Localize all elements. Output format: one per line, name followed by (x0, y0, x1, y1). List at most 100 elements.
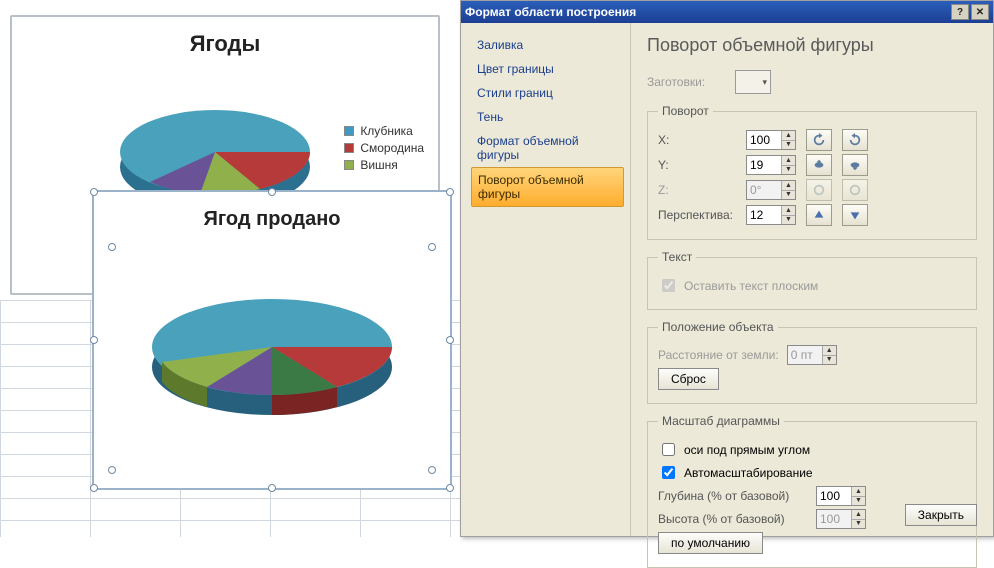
spin-down-icon[interactable]: ▼ (781, 141, 795, 150)
legend-swatch-icon (344, 143, 354, 153)
spin-up-icon: ▲ (781, 181, 795, 191)
z-spin: ▲▼ (746, 180, 796, 200)
spin-down-icon[interactable]: ▼ (781, 216, 795, 225)
rotation-group: Поворот X: ▲▼ Y: ▲▼ (647, 104, 977, 240)
chart1-legend: Клубника Смородина Вишня (344, 121, 424, 175)
text-legend: Текст (658, 250, 696, 264)
selection-handle[interactable] (108, 243, 116, 251)
perspective-spin[interactable]: ▲▼ (746, 205, 796, 225)
selection-handle[interactable] (446, 188, 454, 196)
legend-label: Вишня (360, 158, 397, 172)
rotate-z-cw-button (842, 179, 868, 201)
dialog-main-pane: Поворот объемной фигуры Заготовки: Повор… (631, 23, 993, 536)
height-spin: ▲▼ (816, 509, 866, 529)
legend-item: Клубника (344, 124, 424, 138)
perspective-up-button[interactable] (806, 204, 832, 226)
presets-row: Заготовки: (647, 70, 977, 94)
rotate-y-up-button[interactable] (806, 154, 832, 176)
selection-handle[interactable] (428, 243, 436, 251)
side-item-border-style[interactable]: Стили границ (471, 81, 624, 105)
side-item-border-color[interactable]: Цвет границы (471, 57, 624, 81)
legend-item: Вишня (344, 158, 424, 172)
selection-handle[interactable] (90, 188, 98, 196)
selection-handle[interactable] (90, 484, 98, 492)
rotate-z-ccw-button (806, 179, 832, 201)
help-button[interactable]: ? (951, 4, 969, 20)
height-input (817, 510, 851, 528)
spin-up-icon: ▲ (851, 510, 865, 520)
depth-label: Глубина (% от базовой) (658, 489, 808, 503)
side-item-fill[interactable]: Заливка (471, 33, 624, 57)
rotate-y-down-button[interactable] (842, 154, 868, 176)
z-input (747, 181, 781, 199)
worksheet-area: Ягоды Клубника Смородина Вишня Ягод прод… (0, 0, 460, 537)
position-legend: Положение объекта (658, 320, 778, 334)
spin-down-icon[interactable]: ▼ (851, 497, 865, 506)
side-item-shadow[interactable]: Тень (471, 105, 624, 129)
flat-text-checkbox (662, 279, 675, 292)
presets-dropdown[interactable] (735, 70, 771, 94)
reset-button[interactable]: Сброс (658, 368, 719, 390)
default-button[interactable]: по умолчанию (658, 532, 763, 554)
spin-down-icon: ▼ (822, 356, 836, 365)
right-angle-checkbox[interactable] (662, 443, 675, 456)
spin-up-icon[interactable]: ▲ (851, 487, 865, 497)
depth-spin[interactable]: ▲▼ (816, 486, 866, 506)
selection-handle[interactable] (108, 466, 116, 474)
selection-handle[interactable] (268, 188, 276, 196)
chart-sold[interactable]: Ягод продано (92, 190, 452, 490)
autoscale-checkbox[interactable] (662, 466, 675, 479)
pane-heading: Поворот объемной фигуры (647, 35, 977, 56)
spin-up-icon[interactable]: ▲ (781, 156, 795, 166)
z-label: Z: (658, 183, 738, 197)
y-label: Y: (658, 158, 738, 172)
flat-text-check: Оставить текст плоским (658, 276, 966, 295)
spin-up-icon[interactable]: ▲ (781, 206, 795, 216)
right-angle-check[interactable]: оси под прямым углом (658, 440, 966, 459)
close-button[interactable]: Закрыть (905, 504, 977, 526)
depth-input[interactable] (817, 487, 851, 505)
text-group: Текст Оставить текст плоским (647, 250, 977, 310)
x-spin[interactable]: ▲▼ (746, 130, 796, 150)
legend-label: Смородина (360, 141, 424, 155)
perspective-label: Перспектива: (658, 208, 738, 222)
spin-down-icon[interactable]: ▼ (781, 166, 795, 175)
distance-label: Расстояние от земли: (658, 348, 779, 362)
close-x-button[interactable]: ✕ (971, 4, 989, 20)
autoscale-label: Автомасштабирование (684, 466, 813, 480)
legend-label: Клубника (360, 124, 413, 138)
selection-handle[interactable] (428, 466, 436, 474)
y-spin[interactable]: ▲▼ (746, 155, 796, 175)
rotation-legend: Поворот (658, 104, 713, 118)
dialog-titlebar[interactable]: Формат области построения ? ✕ (461, 1, 993, 23)
plot-area[interactable] (112, 247, 432, 470)
scale-legend: Масштаб диаграммы (658, 414, 784, 428)
side-item-3d-rotation[interactable]: Поворот объемной фигуры (471, 167, 624, 207)
selection-handle[interactable] (90, 336, 98, 344)
position-group: Положение объекта Расстояние от земли: ▲… (647, 320, 977, 404)
legend-swatch-icon (344, 126, 354, 136)
height-label: Высота (% от базовой) (658, 512, 808, 526)
selection-handle[interactable] (446, 336, 454, 344)
rotate-x-left-button[interactable] (806, 129, 832, 151)
x-input[interactable] (747, 131, 781, 149)
flat-text-label: Оставить текст плоским (684, 279, 818, 293)
side-item-3d-format[interactable]: Формат объемной фигуры (471, 129, 624, 167)
spin-down-icon: ▼ (781, 191, 795, 200)
y-input[interactable] (747, 156, 781, 174)
selection-handle[interactable] (268, 484, 276, 492)
rotate-x-right-button[interactable] (842, 129, 868, 151)
presets-label: Заготовки: (647, 75, 727, 89)
distance-spin: ▲▼ (787, 345, 837, 365)
scale-group: Масштаб диаграммы оси под прямым углом А… (647, 414, 977, 568)
legend-swatch-icon (344, 160, 354, 170)
spin-down-icon: ▼ (851, 520, 865, 529)
perspective-input[interactable] (747, 206, 781, 224)
chart2-title: Ягод продано (94, 208, 450, 231)
perspective-down-button[interactable] (842, 204, 868, 226)
dialog-title: Формат области построения (465, 5, 636, 19)
selection-handle[interactable] (446, 484, 454, 492)
spin-up-icon[interactable]: ▲ (781, 131, 795, 141)
autoscale-check[interactable]: Автомасштабирование (658, 463, 966, 482)
distance-input (788, 346, 822, 364)
